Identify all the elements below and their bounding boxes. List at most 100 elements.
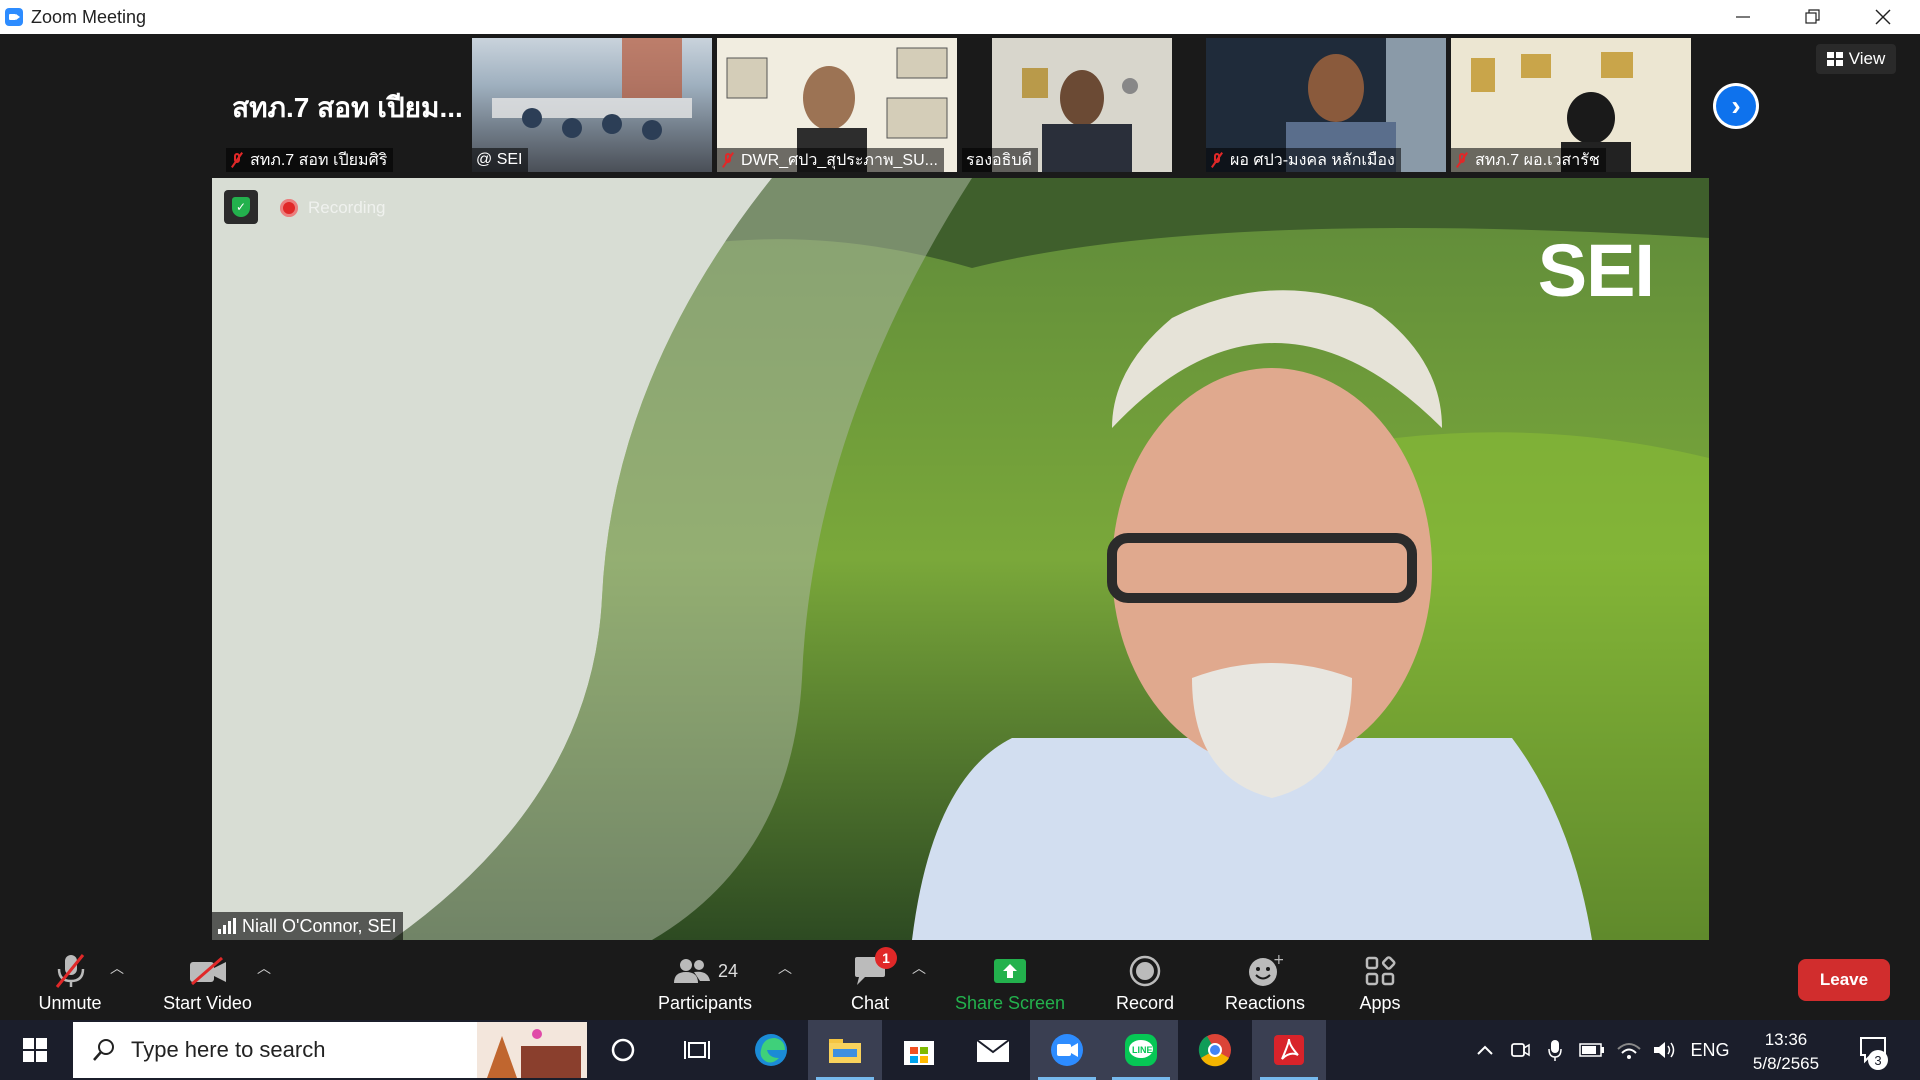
chat-button[interactable]: 1 Chat (830, 940, 910, 1020)
participant-tile[interactable]: สทภ.7 สอท เปียม... สทภ.7 สอท เปียมศิริ (226, 38, 466, 172)
file-explorer-icon (829, 1039, 861, 1063)
start-button[interactable] (0, 1020, 70, 1080)
taskbar-search-box[interactable]: Type here to search (73, 1022, 587, 1078)
participant-name: รองอธิบดี (966, 151, 1032, 169)
tray-microphone[interactable] (1540, 1020, 1570, 1080)
record-icon (1129, 949, 1161, 993)
windows-taskbar: Type here to search LINE ENG 13:36 5/8/2… (0, 1020, 1920, 1080)
recording-label: Recording (308, 198, 386, 217)
chat-label: Chat (850, 993, 890, 1013)
participant-name-label: สทภ.7 สอท เปียมศิริ (226, 148, 394, 172)
svg-text:LINE: LINE (1132, 1045, 1153, 1055)
leave-button[interactable]: Leave (1798, 959, 1890, 1001)
muted-mic-icon (1210, 152, 1224, 168)
tray-volume[interactable] (1648, 1020, 1682, 1080)
share-screen-icon (992, 949, 1028, 993)
chrome-icon (1198, 1034, 1231, 1067)
video-options-caret[interactable]: ︿ (257, 958, 271, 978)
microphone-tray-icon (1548, 1040, 1562, 1061)
participant-name: @ SEI (476, 151, 523, 168)
tray-meet-now[interactable] (1505, 1020, 1535, 1080)
minimize-button[interactable] (1720, 0, 1766, 34)
restore-button[interactable] (1790, 0, 1836, 34)
taskbar-zoom[interactable] (1030, 1020, 1104, 1080)
zoom-app-icon (5, 8, 23, 26)
participant-display-name: สทภ.7 สอท เปียม... (232, 92, 463, 123)
taskbar-cortana[interactable] (586, 1020, 660, 1080)
zoom-icon (1051, 1034, 1083, 1066)
participant-tile[interactable]: ผอ ศปว-มงคล หลักเมือง (1206, 38, 1446, 172)
participants-options-caret[interactable]: ︿ (778, 958, 792, 978)
active-speaker-video: ✓ Recording SEI Niall O'Connor, SEI (212, 178, 1709, 940)
reactions-label: Reactions (1224, 993, 1306, 1013)
speaker-name: Niall O'Connor, SEI (242, 915, 397, 936)
cortana-icon (611, 1038, 635, 1062)
taskbar-store[interactable] (882, 1020, 956, 1080)
chat-options-caret[interactable]: ︿ (912, 958, 926, 978)
camera-tray-icon (1511, 1043, 1530, 1057)
participant-tile[interactable]: @ SEI (472, 38, 712, 172)
taskbar-acrobat[interactable] (1252, 1020, 1326, 1080)
participants-button[interactable]: 24 Participants (650, 940, 760, 1020)
search-highlight-image (477, 1022, 587, 1078)
taskbar-clock[interactable]: 13:36 5/8/2565 (1736, 1028, 1836, 1076)
svg-text:+: + (1273, 954, 1283, 968)
next-page-button[interactable]: › (1713, 83, 1759, 129)
tray-network[interactable] (1612, 1020, 1646, 1080)
unmute-label: Unmute (38, 993, 102, 1013)
taskbar-file-explorer[interactable] (808, 1020, 882, 1080)
search-icon (93, 1039, 114, 1061)
muted-mic-icon (1455, 152, 1469, 168)
share-screen-button[interactable]: Share Screen (950, 940, 1070, 1020)
tray-battery[interactable] (1575, 1020, 1609, 1080)
participants-count: 24 (717, 960, 739, 981)
shield-check-icon: ✓ (232, 197, 250, 217)
participant-name: DWR_ศปว_สุประภาพ_SU... (741, 151, 938, 169)
security-badge[interactable]: ✓ (224, 190, 258, 224)
participant-name: สทภ.7 ผอ.เวสารัช (1475, 151, 1600, 169)
participant-name-label: รองอธิบดี (962, 148, 1038, 172)
participant-tile[interactable]: สทภ.7 ผอ.เวสารัช (1451, 38, 1691, 172)
unmute-button[interactable]: Unmute (30, 940, 110, 1020)
grid-view-icon (1826, 52, 1843, 66)
muted-mic-icon (230, 152, 244, 168)
sei-background-logo: SEI (1537, 229, 1655, 312)
task-view-icon (684, 1041, 710, 1059)
participant-tile[interactable]: รองอธิบดี (962, 38, 1172, 172)
show-hidden-icons[interactable] (1470, 1020, 1500, 1080)
taskbar-task-view[interactable] (660, 1020, 734, 1080)
participant-name: ผอ ศปว-มงคล หลักเมือง (1230, 151, 1395, 169)
view-button[interactable]: View (1816, 44, 1896, 74)
edge-icon (755, 1034, 787, 1066)
participant-name: สทภ.7 สอท เปียมศิริ (250, 151, 388, 169)
minimize-icon (1736, 16, 1750, 18)
start-video-button[interactable]: Start Video (155, 940, 260, 1020)
chat-unread-badge: 1 (875, 947, 897, 969)
search-placeholder: Type here to search (131, 1037, 326, 1062)
recording-indicator: Recording (280, 198, 386, 218)
meeting-area: สทภ.7 สอท เปียม... สทภ.7 สอท เปียมศิริ @… (0, 34, 1920, 940)
windows-logo-icon (23, 1038, 47, 1062)
close-button[interactable] (1860, 0, 1906, 34)
participant-tile[interactable]: DWR_ศปว_สุประภาพ_SU... (717, 38, 957, 172)
view-button-label: View (1848, 49, 1886, 68)
speaker-video-placeholder (212, 178, 1709, 940)
window-title: Zoom Meeting (31, 7, 147, 27)
mail-icon (976, 1039, 1010, 1062)
tray-language[interactable]: ENG (1688, 1020, 1732, 1080)
record-button[interactable]: Record (1100, 940, 1190, 1020)
action-center-button[interactable]: 3 (1852, 1020, 1896, 1080)
participants-icon: 24 (672, 949, 738, 993)
taskbar-edge[interactable] (734, 1020, 808, 1080)
reactions-button[interactable]: + Reactions (1215, 940, 1315, 1020)
taskbar-chrome[interactable] (1178, 1020, 1252, 1080)
taskbar-mail[interactable] (956, 1020, 1030, 1080)
chevron-right-icon: › (1716, 86, 1756, 126)
video-off-icon (188, 949, 228, 993)
notification-count-badge: 3 (1868, 1050, 1888, 1070)
store-icon (904, 1041, 934, 1065)
apps-button[interactable]: Apps (1340, 940, 1420, 1020)
close-icon (1875, 9, 1891, 25)
audio-options-caret[interactable]: ︿ (110, 958, 124, 978)
taskbar-line[interactable]: LINE (1104, 1020, 1178, 1080)
